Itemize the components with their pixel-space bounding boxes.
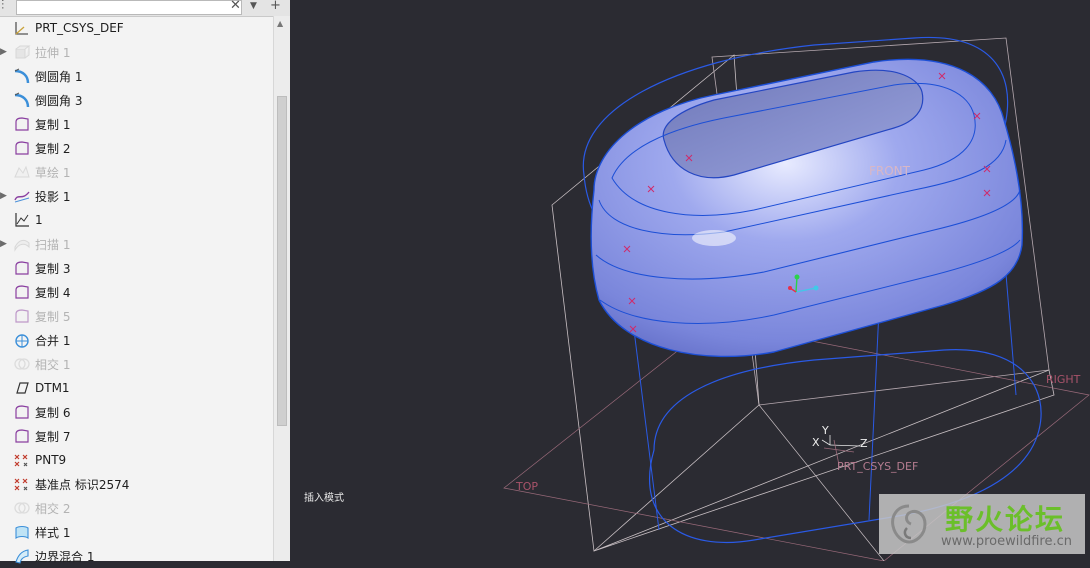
watermark-name: 野火论坛: [945, 503, 1066, 536]
tree-item-label: 倒圆角 3: [35, 93, 83, 108]
datum-point-icon: [13, 451, 31, 469]
logo-mark-icon: [891, 504, 927, 544]
tree-item[interactable]: 复制 3: [0, 256, 272, 280]
intersect-icon: [13, 355, 31, 373]
tree-item-label: PRT_CSYS_DEF: [35, 21, 124, 35]
tree-item[interactable]: 复制 4: [0, 280, 272, 304]
tree-item[interactable]: 复制 2: [0, 136, 272, 160]
watermark-logo: 野火论坛 www.proewildfire.cn: [879, 494, 1085, 554]
tree-item[interactable]: 复制 6: [0, 400, 272, 424]
tree-item-label: 复制 4: [35, 285, 71, 300]
tree-item[interactable]: 样式 1: [0, 520, 272, 544]
copy-surface-icon: [13, 139, 31, 157]
tree-item-label: 拉伸 1: [35, 45, 71, 60]
watermark-url: www.proewildfire.cn: [941, 534, 1072, 549]
tree-search-input[interactable]: [16, 0, 242, 15]
tree-item[interactable]: 合并 1: [0, 328, 272, 352]
tree-item-label: 样式 1: [35, 525, 71, 540]
tree-scrollbar-thumb[interactable]: [277, 96, 287, 426]
top-plane-label: TOP: [516, 480, 539, 493]
copy-surface-icon: [13, 283, 31, 301]
tree-item-label: 边界混合 1: [35, 549, 95, 564]
tree-item[interactable]: 边界混合 1: [0, 544, 272, 568]
tree-item-label: 复制 5: [35, 309, 71, 324]
tree-filter-icon[interactable]: ⫶: [1, 0, 4, 14]
copy-surface-icon: [13, 115, 31, 133]
model-scene[interactable]: [294, 0, 1090, 561]
axis-z-label: Z: [860, 437, 868, 450]
model-tree-toolbar: ⫶ ✕ ▼ +: [0, 0, 290, 17]
graphics-viewport[interactable]: FRONT TOP RIGHT PRT_CSYS_DEF X Y Z 插入模式: [294, 0, 1090, 561]
clear-search-icon[interactable]: ✕: [230, 0, 241, 14]
tree-item[interactable]: 复制 1: [0, 112, 272, 136]
tree-item[interactable]: PNT9: [0, 448, 272, 472]
extrude-icon: [13, 43, 31, 61]
tree-item-label: PNT9: [35, 453, 67, 467]
tree-item[interactable]: DTM1: [0, 376, 272, 400]
tree-item[interactable]: 复制 5: [0, 304, 272, 328]
insert-mode-label: 插入模式: [304, 493, 344, 504]
copy-surface-icon: [13, 427, 31, 445]
axis-y-label: Y: [822, 424, 829, 437]
tree-item-label: 扫描 1: [35, 237, 71, 252]
scroll-up-icon[interactable]: ▲: [277, 19, 283, 28]
project-icon: [13, 187, 31, 205]
tree-item[interactable]: 草绘 1: [0, 160, 272, 184]
tree-scrollbar[interactable]: ▲: [273, 16, 290, 561]
model-tree-panel: ⫶ ✕ ▼ + PRT_CSYS_DEF ▶ 拉伸 1 倒圆角 1 倒圆角 3 复制 1 复…: [0, 0, 290, 564]
tree-item[interactable]: 1: [0, 208, 272, 232]
copy-surface-icon: [13, 259, 31, 277]
tree-item-label: 相交 1: [35, 357, 71, 372]
tree-item-label: 复制 6: [35, 405, 71, 420]
datum-point-icon: [13, 475, 31, 493]
expand-arrow-icon[interactable]: ▶: [0, 47, 10, 57]
merge-icon: [13, 331, 31, 349]
tree-item[interactable]: 倒圆角 3: [0, 88, 272, 112]
boundary-blend-icon: [13, 547, 31, 565]
tree-item[interactable]: 复制 7: [0, 424, 272, 448]
tree-item[interactable]: PRT_CSYS_DEF: [0, 16, 272, 40]
tree-item-label: 复制 2: [35, 141, 71, 156]
tree-item-label: 复制 1: [35, 117, 71, 132]
copy-surface-icon: [13, 307, 31, 325]
tree-item-label: 1: [35, 213, 43, 227]
expand-arrow-icon[interactable]: ▶: [0, 239, 10, 249]
tree-item-label: 复制 3: [35, 261, 71, 276]
tree-item-label: 草绘 1: [35, 165, 71, 180]
tree-item[interactable]: 基准点 标识2574: [0, 472, 272, 496]
graph-icon: [13, 211, 31, 229]
tree-item[interactable]: ▶ 投影 1: [0, 184, 272, 208]
front-plane-label: FRONT: [869, 164, 910, 178]
tree-item[interactable]: 相交 2: [0, 496, 272, 520]
right-plane-label: RIGHT: [1046, 373, 1081, 386]
tree-item-label: DTM1: [35, 381, 70, 395]
intersect-icon: [13, 499, 31, 517]
tree-item[interactable]: 相交 1: [0, 352, 272, 376]
tree-item[interactable]: ▶ 扫描 1: [0, 232, 272, 256]
style-icon: [13, 523, 31, 541]
tree-item-label: 基准点 标识2574: [35, 477, 130, 492]
sweep-icon: [13, 235, 31, 253]
chevron-down-icon[interactable]: ▼: [250, 0, 257, 14]
tree-item-label: 合并 1: [35, 333, 71, 348]
copy-surface-icon: [13, 403, 31, 421]
tree-item[interactable]: 倒圆角 1: [0, 64, 272, 88]
csys-icon: [13, 19, 31, 37]
tree-item-label: 投影 1: [35, 189, 71, 204]
tree-item-label: 倒圆角 1: [35, 69, 83, 84]
axis-x-label: X: [812, 436, 820, 449]
expand-arrow-icon[interactable]: ▶: [0, 191, 10, 201]
datum-plane-icon: [13, 379, 31, 397]
round-icon: [13, 67, 31, 85]
tree-item[interactable]: ▶ 拉伸 1: [0, 40, 272, 64]
csys-label: PRT_CSYS_DEF: [837, 460, 919, 473]
round-icon: [13, 91, 31, 109]
add-icon[interactable]: +: [270, 0, 281, 14]
sketch-icon: [13, 163, 31, 181]
tree-item-label: 复制 7: [35, 429, 71, 444]
tree-item-label: 相交 2: [35, 501, 71, 516]
